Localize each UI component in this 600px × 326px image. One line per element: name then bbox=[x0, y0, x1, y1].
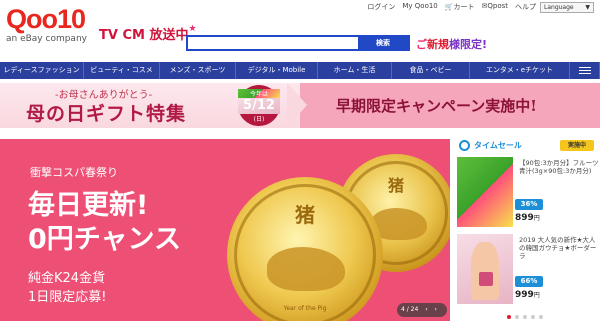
carousel-pager: 4 / 24 ‹ › bbox=[397, 303, 447, 317]
hamburger-icon bbox=[578, 67, 591, 68]
category-entertainment[interactable]: エンタメ・eチケット bbox=[470, 62, 570, 79]
date-prefix: 今年は bbox=[238, 89, 280, 98]
help-link[interactable]: ヘルプ bbox=[515, 2, 536, 12]
product-desc: 【90包:3か月分】フルーツ青汁(3g×90包:3か月分) bbox=[519, 159, 599, 175]
login-link[interactable]: ログイン bbox=[367, 2, 395, 12]
product-price: 899円 bbox=[515, 213, 540, 223]
pig-icon bbox=[267, 247, 345, 291]
discount-badge: 36% bbox=[515, 199, 543, 210]
prev-arrow-icon[interactable]: ‹ bbox=[425, 306, 427, 313]
pagination-dot[interactable] bbox=[515, 315, 519, 319]
search-input[interactable] bbox=[188, 37, 358, 49]
menu-button[interactable] bbox=[570, 62, 600, 79]
pagination-dot[interactable] bbox=[531, 315, 535, 319]
qoo10-logo[interactable]: Qoo10 an eBay company bbox=[6, 4, 96, 50]
promo-limited: 様限定! bbox=[449, 38, 488, 51]
product-thumbnail bbox=[457, 157, 513, 227]
my-qoo10-link[interactable]: My Qoo10 bbox=[402, 2, 437, 12]
utility-links: ログイン My Qoo10 🛒カート ✉Qpost ヘルプ bbox=[367, 2, 536, 12]
hero-subline-2: 1日限定応募! bbox=[28, 290, 107, 305]
date-weekday: (日) bbox=[253, 116, 265, 123]
tv-cm-badge[interactable]: TV CM 放送中★ bbox=[99, 24, 197, 43]
time-sale-title[interactable]: タイムセール bbox=[474, 140, 522, 151]
product-desc: 2019 大人気の新作★大人の韓国ガウチョ★ボーダーラ bbox=[519, 236, 597, 260]
category-digital-mobile[interactable]: デジタル・Mobile bbox=[236, 62, 318, 79]
mothers-day-date-badge: 今年は 5/12 (日) bbox=[238, 85, 280, 126]
language-select[interactable]: Language ▼ bbox=[540, 2, 594, 13]
coin-glyph: 猪 bbox=[387, 176, 404, 195]
promo-prefix: ご bbox=[416, 38, 427, 51]
logo-brand: Qoo10 bbox=[6, 4, 86, 34]
category-nav: レディースファッション ビューティ・コスメ メンズ・スポーツ デジタル・Mobi… bbox=[0, 62, 600, 79]
coin-caption: Year of the Pig bbox=[283, 305, 327, 312]
coin-glyph: 猪 bbox=[295, 203, 315, 227]
cart-link[interactable]: 🛒カート bbox=[445, 2, 475, 12]
star-icon: ★ bbox=[188, 24, 197, 34]
mothers-day-banner[interactable]: -お母さんありがとう- 母の日ギフト特集 今年は 5/12 (日) 早期限定キャ… bbox=[0, 83, 600, 128]
pagination-dot[interactable] bbox=[523, 315, 527, 319]
gold-coin-image: 猪 Year of the Pig bbox=[227, 177, 383, 321]
time-sale-panel: タイムセール 実施中 【90包:3か月分】フルーツ青汁(3g×90包:3か月分)… bbox=[455, 139, 600, 326]
time-sale-header: タイムセール 実施中 bbox=[455, 139, 600, 153]
language-label: Language bbox=[544, 4, 574, 11]
product-thumbnail bbox=[457, 234, 513, 304]
search-button[interactable]: 検索 bbox=[358, 37, 408, 49]
tv-cm-text: TV CM 放送中 bbox=[99, 28, 189, 43]
hero-headline-2: 0円チャンス bbox=[28, 224, 181, 255]
discount-badge: 66% bbox=[515, 276, 543, 287]
mothers-day-title: 母の日ギフト特集 bbox=[26, 103, 187, 125]
category-mens-sports[interactable]: メンズ・スポーツ bbox=[160, 62, 236, 79]
time-sale-item[interactable]: 【90包:3か月分】フルーツ青汁(3g×90包:3か月分) 36% 899円 bbox=[457, 157, 600, 227]
campaign-text: 早期限定キャンペーン実施中! bbox=[336, 97, 537, 115]
cart-label: カート bbox=[453, 3, 475, 11]
hero-banner[interactable]: 衝撃コスパ春祭り 毎日更新! 0円チャンス 純金K24金貨 1日限定応募! 猪 … bbox=[0, 139, 450, 321]
status-badge: 実施中 bbox=[560, 140, 594, 151]
logo-tagline: an eBay company bbox=[6, 34, 87, 44]
hero-subline-1: 純金K24金貨 bbox=[28, 271, 106, 286]
category-food-baby[interactable]: 食品・ベビー bbox=[392, 62, 470, 79]
pagination-dot[interactable] bbox=[539, 315, 543, 319]
pager-count: 4 / 24 bbox=[401, 306, 419, 313]
next-arrow-icon[interactable]: › bbox=[435, 306, 437, 313]
product-price: 999円 bbox=[515, 290, 540, 300]
qpost-link[interactable]: ✉Qpost bbox=[481, 2, 508, 12]
hero-headline-1: 毎日更新! bbox=[28, 190, 149, 221]
promo-new: 新規 bbox=[427, 38, 449, 51]
new-member-promo[interactable]: ご新規様限定! bbox=[416, 36, 487, 52]
category-home-living[interactable]: ホーム・生活 bbox=[318, 62, 392, 79]
banner-divider bbox=[287, 83, 307, 128]
date-value: 5/12 bbox=[238, 98, 280, 114]
time-sale-item[interactable]: 2019 大人気の新作★大人の韓国ガウチョ★ボーダーラ 66% 999円 bbox=[457, 234, 600, 304]
time-sale-pagination bbox=[507, 315, 543, 319]
chevron-down-icon: ▼ bbox=[585, 4, 590, 11]
category-beauty[interactable]: ビューティ・コスメ bbox=[84, 62, 160, 79]
search-box: 検索 bbox=[186, 35, 410, 51]
qpost-label: Qpost bbox=[487, 2, 508, 10]
pagination-dot[interactable] bbox=[507, 315, 511, 319]
hero-festival: 衝撃コスパ春祭り bbox=[30, 166, 118, 179]
clock-icon bbox=[459, 140, 470, 151]
category-ladies-fashion[interactable]: レディースファッション bbox=[0, 62, 84, 79]
